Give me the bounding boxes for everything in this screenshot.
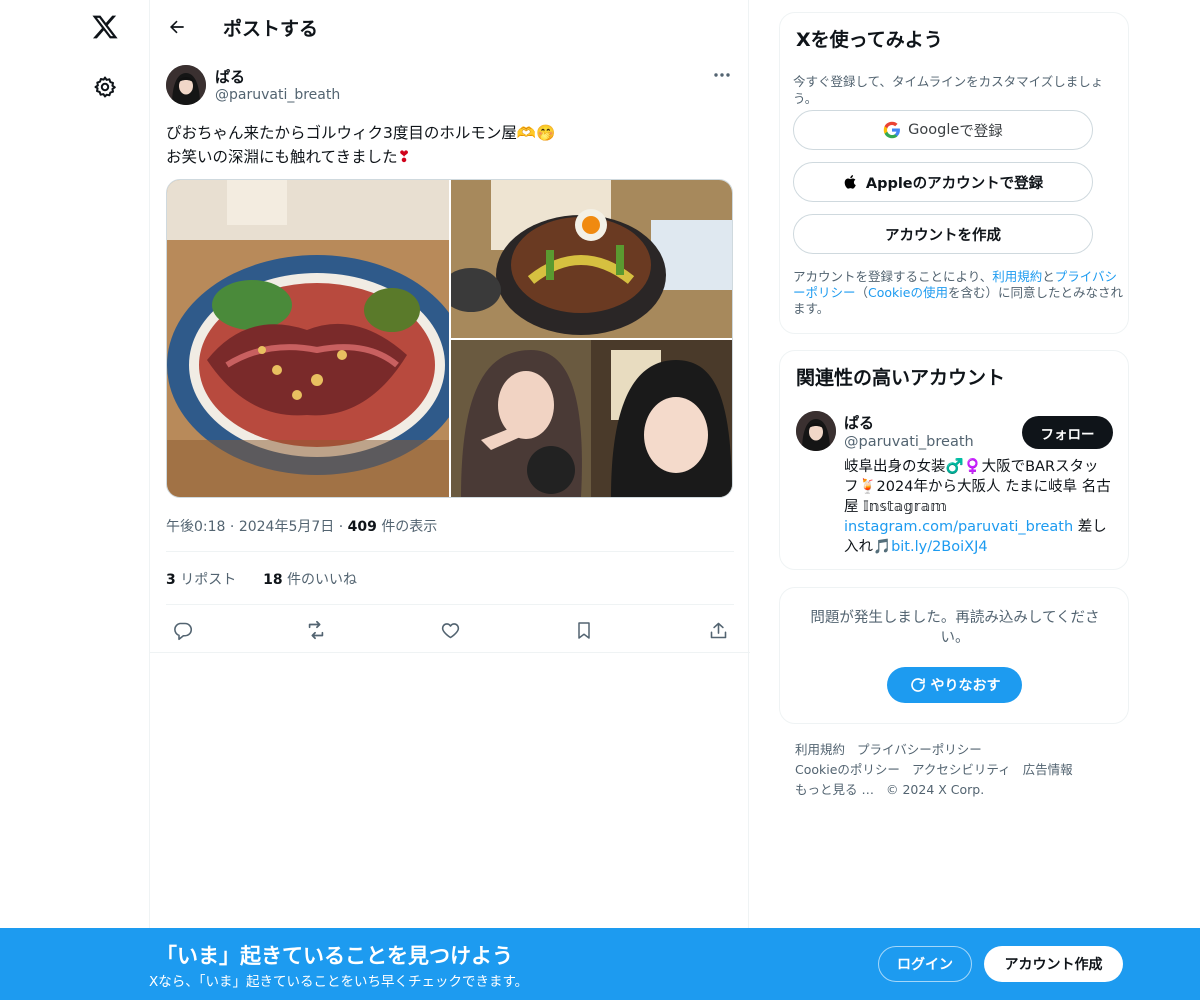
apple-signup-button[interactable]: Appleのアカウントで登録 [793,162,1093,202]
signup-button[interactable]: アカウント作成 [984,946,1123,982]
bookmark-icon[interactable] [568,614,600,646]
bio-link[interactable]: bit.ly/2BoiXJ4 [891,539,988,555]
related-name[interactable]: ぱる [844,412,874,433]
main-column: ポストする ぱる @paruvati_breath ぴおちゃん来たからゴルウィク… [149,0,750,928]
page-title: ポストする [223,18,319,40]
related-accounts-card: 関連性の高いアカウント ぱる @paruvati_breath フォロー 岐阜出… [779,350,1129,570]
share-icon[interactable] [702,614,734,646]
related-bio: 岐阜出身の女装♂️♀️大阪でBARスタッフ🍹2024年から大阪人 たまに岐阜 名… [844,457,1112,557]
signup-card: Xを使ってみよう 今すぐ登録して、タイムラインをカスタマイズしましょう。 Goo… [779,12,1129,334]
more-icon[interactable] [711,65,733,85]
related-handle[interactable]: @paruvati_breath [844,434,974,450]
avatar[interactable] [796,411,836,451]
footer-link[interactable]: プライバシーポリシー [857,742,982,757]
follow-button[interactable]: フォロー [1022,416,1113,449]
x-logo-icon[interactable] [87,9,123,45]
reposts-stat[interactable]: 3 リポスト [166,572,236,588]
author-name[interactable]: ぱる [215,66,245,87]
divider [166,604,734,605]
like-icon[interactable] [434,614,466,646]
reposts-count: 3 [166,572,176,588]
signup-banner: 「いま」起きていることを見つけよう Xなら、「いま」起きていることをいち早くチェ… [0,928,1200,1000]
separator: · [229,519,235,535]
bio-text: 岐阜出身の女装♂️♀️大阪でBARスタッフ🍹2024年から大阪人 たまに岐阜 名… [844,459,1111,515]
separator: · [338,519,344,535]
terms-link[interactable]: 利用規約 [992,269,1042,284]
left-nav [0,0,150,1000]
author-handle[interactable]: @paruvati_breath [215,87,340,103]
footer-link[interactable]: Cookieのポリシー [795,762,900,777]
tweet-date[interactable]: 2024年5月7日 [239,519,334,535]
signup-title: Xを使ってみよう [796,29,943,51]
retry-button[interactable]: やりなおす [887,667,1022,703]
signup-description: 今すぐ登録して、タイムラインをカスタマイズしましょう。 [793,74,1104,106]
divider [150,652,750,653]
gear-icon[interactable] [88,70,122,104]
reply-icon[interactable] [166,614,198,646]
google-signup-button[interactable]: Google で登録 [793,110,1093,150]
error-message: 問題が発生しました。再読み込みしてください。 [810,610,1100,646]
views-label: 件の表示 [381,519,438,535]
tweet-meta: 午後0:18 · 2024年5月7日 · 409 件の表示 [166,516,437,536]
terms-fragment: アカウントを登録することにより、 [793,269,993,284]
likes-label: 件のいいね [287,572,358,588]
create-account-label: アカウントを作成 [885,227,1001,244]
login-button[interactable]: ログイン [878,946,972,982]
google-brand: Google [908,122,960,138]
media-image-selfie[interactable] [451,340,732,497]
cookie-link[interactable]: Cookieの使用 [868,285,948,300]
tweet-stats: 3 リポスト 18 件のいいね [166,569,357,589]
divider [166,551,734,552]
related-title: 関連性の高いアカウント [796,367,1006,389]
apple-signup-label: Appleのアカウントで登録 [865,175,1044,192]
media-image-steak[interactable] [167,180,449,497]
apple-icon [843,173,859,191]
footer-links: 利用規約 プライバシーポリシー Cookieのポリシー アクセシビリティ 広告情報 も… [795,740,1125,800]
tweet-time[interactable]: 午後0:18 [166,519,225,535]
footer-more[interactable]: もっと見る … [795,782,874,797]
bio-link[interactable]: instagram.com/paruvati_breath [844,519,1073,535]
media-image-hormone-pan[interactable] [451,180,732,338]
avatar[interactable] [166,65,206,105]
trends-error-card: 問題が発生しました。再読み込みしてください。 やりなおす [779,587,1129,724]
repost-icon[interactable] [300,614,332,646]
arrow-left-icon[interactable] [164,14,190,40]
create-account-button[interactable]: アカウントを作成 [793,214,1093,254]
google-suffix: で登録 [959,123,1003,140]
header: ポストする [150,0,750,53]
media-grid [166,179,733,498]
terms-fragment: と [1042,269,1055,284]
retry-label: やりなおす [930,678,1001,694]
tweet-actions [150,614,750,646]
terms-fragment: （ [855,285,869,300]
tweet-text-line: ぴおちゃん来たからゴルウィク3度目のホルモン屋🫶🤭 [166,124,556,142]
footer-link[interactable]: アクセシビリティ [912,762,1011,777]
footer-link[interactable]: 利用規約 [795,742,845,757]
terms-text: アカウントを登録することにより、利用規約とプライバシーポリシー（Cookieの使… [793,269,1123,317]
likes-stat[interactable]: 18 件のいいね [263,572,357,588]
likes-count: 18 [263,572,283,588]
banner-title: 「いま」起きていることを見つけよう [156,944,513,968]
reposts-label: リポスト [180,572,237,588]
tweet-text-fragment: お笑いの深淵にも触れてきました [166,148,398,166]
copyright: © 2024 X Corp. [885,782,985,797]
tweet-text-line: お笑いの深淵にも触れてきました❣ [166,145,726,169]
views-count: 409 [347,519,377,535]
tweet-text: ぴおちゃん来たからゴルウィク3度目のホルモン屋🫶🤭 お笑いの深淵にも触れてきまし… [166,121,726,169]
google-icon [883,121,901,139]
refresh-icon [909,676,927,694]
heart-exclamation-icon: ❣ [397,148,411,166]
footer-link[interactable]: 広告情報 [1023,762,1073,777]
banner-subtitle: Xなら、「いま」起きていることをいち早くチェックできます。 [149,974,529,990]
